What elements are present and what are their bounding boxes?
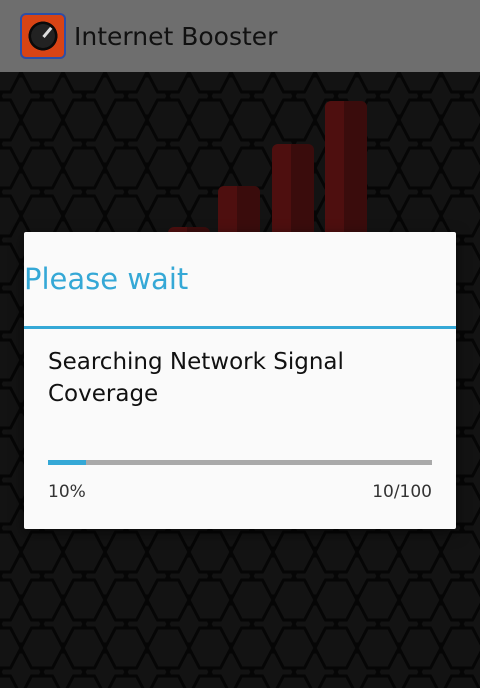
speedometer-icon [20, 13, 66, 59]
app-title: Internet Booster [74, 21, 278, 51]
dialog-divider [24, 326, 456, 329]
dialog-title: Please wait [24, 262, 189, 296]
app-bar: Internet Booster [0, 0, 480, 72]
progress-count: 10/100 [372, 482, 432, 502]
progress-bar [48, 460, 432, 465]
dialog-message: Searching Network Signal Coverage [48, 349, 344, 407]
progress-bar-fill [48, 460, 87, 465]
progress-percent: 10% [48, 482, 86, 502]
